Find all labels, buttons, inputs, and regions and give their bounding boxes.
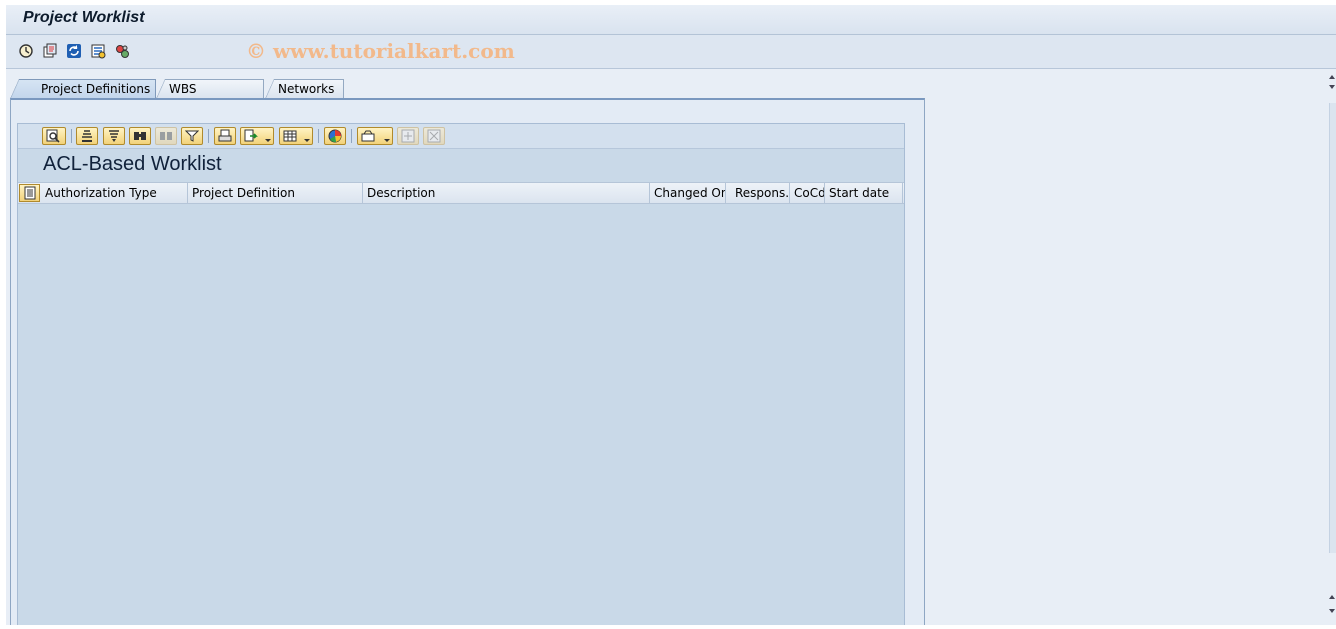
print-preview-icon[interactable] [214,127,236,145]
scroll-down-icon[interactable] [1329,609,1335,613]
add-icon [397,127,419,145]
column-header-project-definition[interactable]: Project Definition [188,183,363,203]
find-next-icon [155,127,177,145]
application-toolbar: © www.tutorialkart.com [6,35,1336,69]
column-header-row: Authorization Type Project Definition De… [18,182,904,204]
settings-icon[interactable] [90,43,106,59]
details-icon[interactable] [42,127,66,145]
watermark-text: © www.tutorialkart.com [246,39,515,63]
tab-wbs-elements[interactable]: WBS Elements [156,79,264,115]
column-header-changed-on[interactable]: Changed On [650,183,726,203]
filter-icon[interactable] [181,127,203,145]
column-header-respons[interactable]: Respons. [726,183,790,203]
column-header-authorization-type[interactable]: Authorization Type [41,183,188,203]
tab-project-definitions[interactable]: Project Definitions [10,79,156,99]
window-title: Project Worklist [23,9,145,26]
vertical-scrollbar[interactable] [1328,69,1336,625]
column-header-description[interactable]: Description [363,183,650,203]
scroll-up-icon[interactable] [1329,595,1335,599]
tab-networks[interactable]: Networks [265,79,344,99]
sap-window: Project Worklist © www.tutorialkart.com … [6,5,1336,625]
delete-icon [423,127,445,145]
grid-title: ACL-Based Worklist [43,153,222,175]
copy-layout-icon[interactable] [42,43,58,59]
select-all-button[interactable] [19,184,40,202]
find-icon[interactable] [129,127,151,145]
scroll-down-icon[interactable] [1329,85,1335,89]
tab-label: Networks [278,82,335,96]
tab-panel: ACL-Based Worklist Authorization Type Pr… [10,98,925,625]
scroll-up-icon[interactable] [1329,75,1335,79]
column-header-cocd[interactable]: CoCd [790,183,825,203]
alv-grid: ACL-Based Worklist Authorization Type Pr… [17,123,905,625]
tab-label: Project Definitions [41,82,151,96]
sort-ascending-icon[interactable] [76,127,98,145]
column-header-start-date[interactable]: Start date [825,183,903,203]
views-icon[interactable] [357,127,393,145]
options-icon[interactable] [114,43,130,59]
sort-descending-icon[interactable] [103,127,125,145]
title-bar: Project Worklist [6,5,1336,35]
graphic-icon[interactable] [324,127,346,145]
grid-toolbar [18,124,904,149]
export-icon[interactable] [240,127,274,145]
refresh-icon[interactable] [66,43,82,59]
scroll-track[interactable] [1329,103,1336,553]
execute-icon[interactable] [18,43,34,59]
select-layout-icon[interactable] [279,127,313,145]
